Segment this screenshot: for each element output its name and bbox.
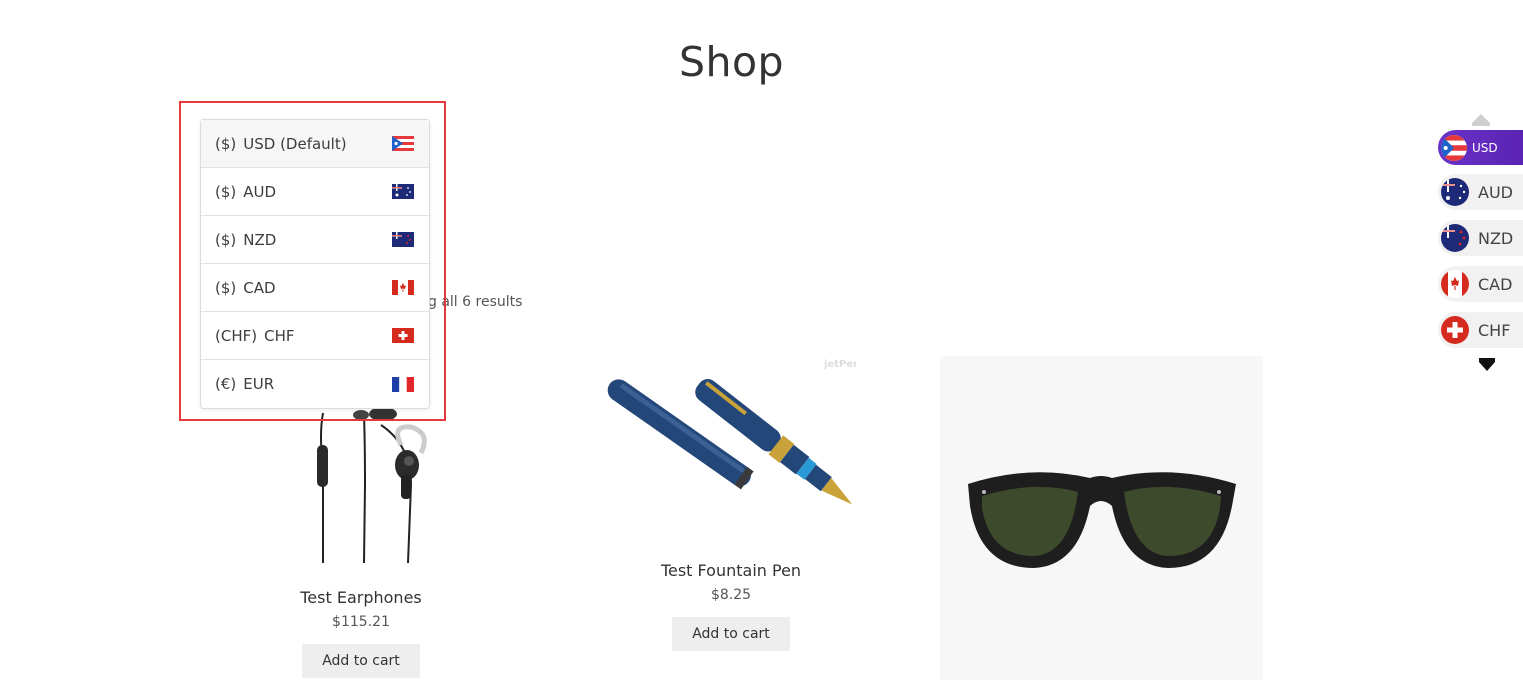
currency-option-usd[interactable]: ($) USD (Default) (201, 120, 429, 168)
fountain-pen-image[interactable]: jetPens (606, 355, 856, 535)
currency-option-label: ($) NZD (215, 230, 277, 249)
sunglasses-image[interactable] (940, 356, 1263, 680)
add-to-cart-button[interactable]: Add to cart (672, 617, 790, 651)
currency-option-label: ($) AUD (215, 182, 277, 201)
side-currency-label: USD (1472, 140, 1498, 155)
currency-option-aud[interactable]: ($) AUD (201, 168, 429, 216)
side-currency-label: CAD (1478, 274, 1513, 294)
product-earphones[interactable]: Test Earphones $115.21 Add to cart (261, 405, 461, 678)
currency-option-label: (CHF) CHF (215, 326, 295, 345)
side-currency-label: CHF (1478, 320, 1511, 340)
side-currency-usd[interactable]: USD (1438, 130, 1523, 165)
new-zealand-flag-icon (392, 232, 414, 247)
side-currency-aud[interactable]: AUD (1438, 174, 1523, 210)
scroll-down-icon[interactable] (1479, 358, 1495, 371)
page-title: Shop (678, 38, 785, 86)
add-to-cart-button[interactable]: Add to cart (302, 644, 420, 678)
canada-flag-icon (1441, 270, 1469, 298)
currency-option-label: ($) CAD (215, 278, 276, 297)
france-flag-icon (392, 376, 414, 392)
product-price: $8.25 (710, 587, 752, 603)
product-fountain-pen[interactable]: jetPens Test Fountain Pen $8.25 Add to c… (606, 355, 856, 651)
side-currency-label: NZD (1478, 228, 1514, 248)
currency-dropdown[interactable]: ($) USD (Default) ($) AUD ($) NZD ($) CAD (C… (200, 119, 430, 409)
side-currency-label: AUD (1478, 182, 1513, 202)
currency-option-cad[interactable]: ($) CAD (201, 264, 429, 312)
side-currency-nzd[interactable]: NZD (1438, 220, 1523, 256)
puerto-rico-flag-icon (392, 136, 414, 151)
canada-flag-icon (392, 280, 414, 295)
earphones-image[interactable] (261, 405, 461, 565)
currency-option-eur[interactable]: (€) EUR (201, 360, 429, 408)
currency-option-label: ($) USD (Default) (215, 134, 347, 153)
currency-option-chf[interactable]: (CHF) CHF (201, 312, 429, 360)
puerto-rico-flag-icon (1441, 134, 1467, 161)
side-currency-cad[interactable]: CAD (1438, 266, 1523, 302)
side-currency-chf[interactable]: CHF (1438, 312, 1523, 348)
new-zealand-flag-icon (1441, 224, 1469, 252)
watermark-label: jetPens (823, 359, 856, 370)
australia-flag-icon (392, 184, 414, 199)
australia-flag-icon (1441, 178, 1469, 206)
currency-option-nzd[interactable]: ($) NZD (201, 216, 429, 264)
scroll-up-icon[interactable] (1472, 114, 1490, 126)
switzerland-flag-icon (392, 328, 414, 343)
currency-option-label: (€) EUR (215, 375, 275, 393)
product-sunglasses[interactable] (940, 356, 1263, 680)
product-name[interactable]: Test Fountain Pen (606, 561, 856, 580)
product-price: $115.21 (332, 614, 390, 630)
switzerland-flag-icon (1441, 316, 1469, 344)
product-name[interactable]: Test Earphones (261, 588, 461, 607)
